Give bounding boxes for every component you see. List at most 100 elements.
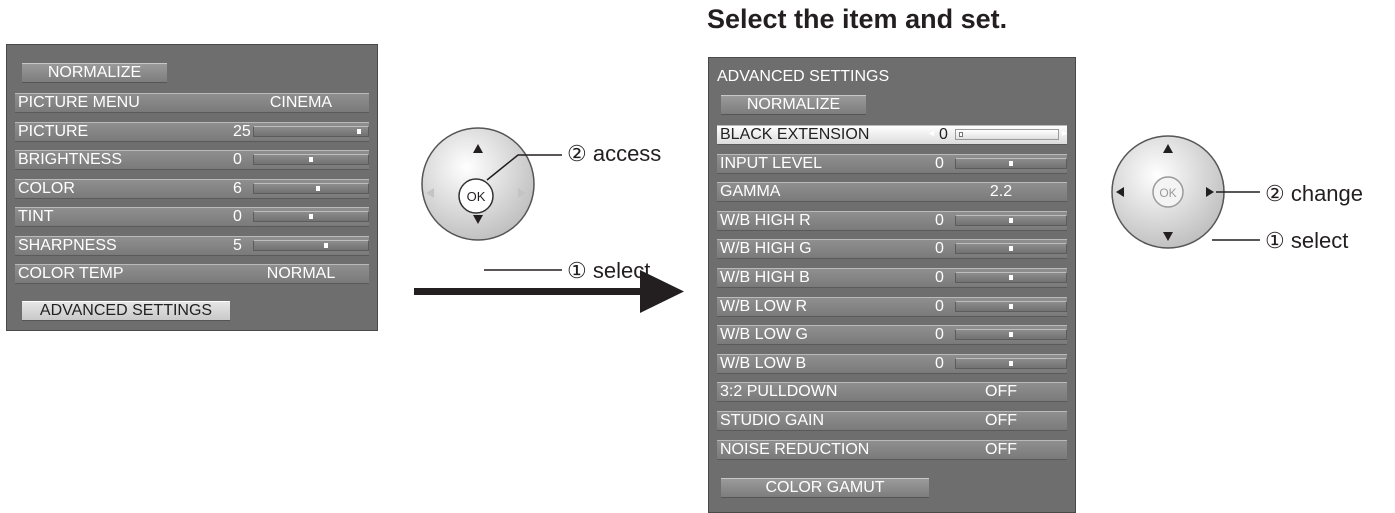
row-label: TINT [18, 208, 54, 225]
callout-lines-2 [1212, 191, 1260, 241]
slider-thumb[interactable] [1009, 160, 1013, 166]
row-label: PICTURE MENU [18, 94, 140, 111]
value-slider[interactable] [955, 129, 1059, 140]
menu-row-studio-gain[interactable]: STUDIO GAIN OFF [717, 411, 1067, 433]
normalize-button[interactable]: NORMALIZE [22, 63, 167, 83]
callout-access: ② access [567, 141, 662, 166]
slider-thumb[interactable] [1009, 217, 1013, 223]
ok-button[interactable]: OK [1152, 176, 1184, 208]
value-slider[interactable] [955, 357, 1067, 369]
remote-dial-change: OK [1108, 132, 1228, 252]
menu-row-black-extension[interactable]: BLACK EXTENSION 0 ◄ ► [717, 125, 1069, 147]
slider-thumb[interactable] [1009, 360, 1013, 366]
row-value: CINEMA [269, 94, 333, 111]
row-label: GAMMA [720, 183, 781, 201]
row-value: OFF [985, 440, 1017, 458]
callout-lines-1 [484, 154, 562, 271]
callout-change: ② change [1265, 181, 1364, 206]
row-value: 0 [935, 211, 944, 229]
value-slider[interactable] [253, 211, 369, 222]
row-value: 0 [935, 326, 944, 344]
row-value: 0 [935, 297, 944, 315]
value-slider[interactable] [955, 214, 1067, 226]
value-slider[interactable] [955, 243, 1067, 255]
slider-thumb[interactable] [959, 132, 963, 137]
row-value: 0 [935, 240, 944, 258]
right-arrow-icon[interactable]: ► [1060, 128, 1069, 138]
slider-thumb[interactable] [1009, 275, 1013, 280]
row-value: 6 [233, 179, 242, 197]
value-slider[interactable] [253, 239, 369, 251]
row-value: 0 [233, 151, 242, 168]
row-label: W/B HIGH G [720, 240, 812, 258]
menu-row-w-b-high-g[interactable]: W/B HIGH G 0 [717, 239, 1067, 261]
value-slider[interactable] [955, 300, 1067, 312]
callout-select: ① select [1265, 228, 1349, 253]
value-slider[interactable] [253, 182, 369, 194]
advanced-settings-panel: ADVANCED SETTINGS NORMALIZE BLACK EXTENS… [708, 57, 1076, 513]
row-label: W/B LOW B [720, 354, 807, 372]
next-step-arrow-icon [414, 270, 684, 313]
normalize-button-advanced[interactable]: NORMALIZE [721, 95, 866, 115]
ok-label: OK [1159, 186, 1176, 200]
menu-row-input-level[interactable]: INPUT LEVEL 0 [717, 153, 1067, 176]
left-arrow-icon[interactable]: ◄ [927, 128, 936, 138]
menu-row-w-b-low-b[interactable]: W/B LOW B 0 [717, 353, 1067, 376]
row-value: 0 [935, 154, 944, 172]
menu-row-3-2-pulldown[interactable]: 3:2 PULLDOWN OFF [717, 382, 1067, 404]
menu-row-w-b-high-r[interactable]: W/B HIGH R 0 [717, 210, 1067, 233]
slider-thumb[interactable] [1009, 246, 1013, 252]
menu-row-gamma[interactable]: GAMMA 2.2 [717, 182, 1067, 204]
row-label: INPUT LEVEL [720, 154, 822, 172]
row-value: OFF [985, 412, 1017, 429]
menu-row-noise-reduction[interactable]: NOISE REDUCTION OFF [717, 439, 1067, 462]
value-slider[interactable] [955, 272, 1067, 283]
row-label: W/B HIGH R [720, 211, 811, 229]
menu-row-picture-menu[interactable]: PICTURE MENU CINEMA [15, 93, 369, 115]
row-label: BRIGHTNESS [18, 151, 123, 168]
slider-thumb[interactable] [323, 242, 328, 248]
row-value: 0 [233, 208, 242, 225]
slider-thumb[interactable] [1009, 332, 1013, 338]
menu-row-w-b-low-g[interactable]: W/B LOW G 0 [717, 325, 1067, 347]
row-value: 25 [233, 122, 251, 140]
slider-thumb[interactable] [356, 128, 361, 134]
slider-thumb[interactable] [315, 185, 320, 191]
menu-row-tint[interactable]: TINT 0 [15, 207, 369, 229]
panel-heading: ADVANCED SETTINGS [717, 68, 890, 85]
value-slider[interactable] [955, 157, 1067, 169]
row-value: 5 [233, 236, 242, 254]
row-label: W/B LOW G [720, 326, 808, 344]
menu-row-color[interactable]: COLOR 6 [15, 178, 369, 201]
color-gamut-button[interactable]: COLOR GAMUT [721, 478, 929, 498]
value-slider[interactable] [253, 125, 369, 137]
row-value: 0 [935, 354, 944, 372]
row-value: 0 [939, 126, 948, 143]
row-label: STUDIO GAIN [720, 412, 825, 429]
page-title: Select the item and set. [707, 4, 1008, 34]
row-label: COLOR TEMP [18, 265, 124, 282]
menu-row-w-b-high-b[interactable]: W/B HIGH B 0 [717, 268, 1067, 290]
advanced-settings-button[interactable]: ADVANCED SETTINGS [22, 301, 230, 321]
menu-row-brightness[interactable]: BRIGHTNESS 0 [15, 150, 369, 172]
slider-thumb[interactable] [309, 157, 313, 162]
menu-row-color-temp[interactable]: COLOR TEMP NORMAL [15, 264, 369, 286]
row-value: OFF [985, 383, 1017, 401]
value-slider[interactable] [253, 154, 369, 165]
row-value: 0 [935, 269, 944, 286]
menu-row-picture[interactable]: PICTURE 25 [15, 121, 369, 144]
row-value: 2.2 [989, 183, 1013, 201]
picture-menu-panel: NORMALIZE PICTURE MENU CINEMA PICTURE 25 BRI… [6, 44, 378, 331]
menu-row-sharpness[interactable]: SHARPNESS 5 [15, 235, 369, 258]
row-label: COLOR [18, 179, 75, 197]
row-label: BLACK EXTENSION [720, 126, 870, 143]
row-label: W/B HIGH B [720, 269, 810, 286]
row-label: W/B LOW R [720, 297, 808, 315]
slider-thumb[interactable] [309, 214, 313, 219]
row-label: NOISE REDUCTION [720, 440, 870, 458]
slider-thumb[interactable] [1009, 303, 1013, 309]
value-slider[interactable] [955, 329, 1067, 341]
menu-row-w-b-low-r[interactable]: W/B LOW R 0 [717, 296, 1067, 319]
row-label: SHARPNESS [18, 236, 117, 254]
row-label: 3:2 PULLDOWN [720, 383, 838, 401]
